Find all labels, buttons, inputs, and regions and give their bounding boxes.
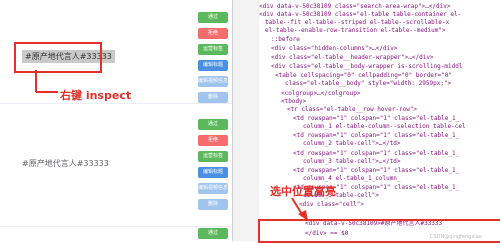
dom-node-line[interactable]: <colgroup>…</colgroup> xyxy=(281,90,360,98)
dom-node-line[interactable]: <tr class="el-table__row hover-row"> xyxy=(287,106,417,114)
action-button[interactable]: 通过 xyxy=(198,228,228,239)
dom-node-line[interactable]: <tbody> xyxy=(281,98,306,106)
dom-node-line[interactable]: column_4 el-table_1_column_ xyxy=(303,175,401,183)
action-button[interactable]: 编辑标题 xyxy=(198,60,228,71)
dom-node-line[interactable]: <div data-v-50c38109 class="search-area-… xyxy=(259,3,450,11)
row-divider xyxy=(0,103,232,104)
dom-node-line[interactable]: <div class="el-table__body-wrapper is-sc… xyxy=(271,63,462,71)
dom-node-line[interactable]: <div class="el-table__header-wrapper">…<… xyxy=(271,54,434,62)
action-button[interactable]: 运营标签 xyxy=(198,44,228,55)
row-divider xyxy=(0,226,232,227)
action-button[interactable]: 删除 xyxy=(198,92,228,103)
action-button[interactable]: 编辑标题 xyxy=(198,167,228,178)
dom-node-line[interactable]: class="el-table__body" style="width: 295… xyxy=(285,80,451,88)
action-button[interactable]: 编辑视频信息 xyxy=(198,183,228,194)
dom-node-line[interactable]: column_2 table-cell">…</td> xyxy=(303,140,401,148)
dom-node-line[interactable]: ::before xyxy=(271,36,300,44)
title-cell[interactable]: #原产地代言人#33333 xyxy=(22,158,109,169)
dom-node-line[interactable]: <td rowspan="1" colspan="1" class="el-ta… xyxy=(293,132,459,140)
dom-node-line[interactable]: column_1 el-table-column--selection tabl… xyxy=(303,123,466,131)
annotation-inspect: 右键 inspect xyxy=(60,89,132,102)
action-button[interactable]: 通过 xyxy=(198,119,228,130)
dom-node-line[interactable]: <table cellspacing="0" cellpadding="0" b… xyxy=(275,72,452,80)
action-button[interactable]: 通过 xyxy=(198,12,228,23)
panel-divider[interactable] xyxy=(232,0,260,241)
watermark: CSDN@qingfengxiao xyxy=(430,234,482,240)
annotation-arrow xyxy=(35,70,58,93)
action-button[interactable]: 编辑视频信息 xyxy=(198,76,228,87)
action-button[interactable]: 拒绝 xyxy=(198,28,228,39)
action-button[interactable]: 删除 xyxy=(198,199,228,210)
dom-node-line[interactable]: el-table--enable-row-transition el-table… xyxy=(265,27,446,35)
dom-node-line[interactable]: <div class="hidden-columns">…</div> xyxy=(271,45,397,53)
dom-node-line[interactable]: <td rowspan="1" colspan="1" class="el-ta… xyxy=(293,167,459,175)
table-panel: #原产地代言人#33333 通过 拒绝 运营标签 编辑标题 编辑视频信息 删除 右键 in… xyxy=(0,0,232,241)
dom-node-line[interactable]: table--fit el-table--striped el-table--s… xyxy=(265,19,449,27)
dom-node-line[interactable]: column_3 table-cell">…</td> xyxy=(303,158,401,166)
action-button[interactable]: 拒绝 xyxy=(198,135,228,146)
action-button[interactable]: 运营标签 xyxy=(198,151,228,162)
dom-node-line[interactable]: <div data-v-50c38109 class="el-table tab… xyxy=(259,11,461,19)
dom-node-line[interactable]: <td rowspan="1" colspan="1" class="el-ta… xyxy=(293,150,459,158)
dom-node-line[interactable]: <td rowspan="1" colspan="1" class="el-ta… xyxy=(293,115,459,123)
